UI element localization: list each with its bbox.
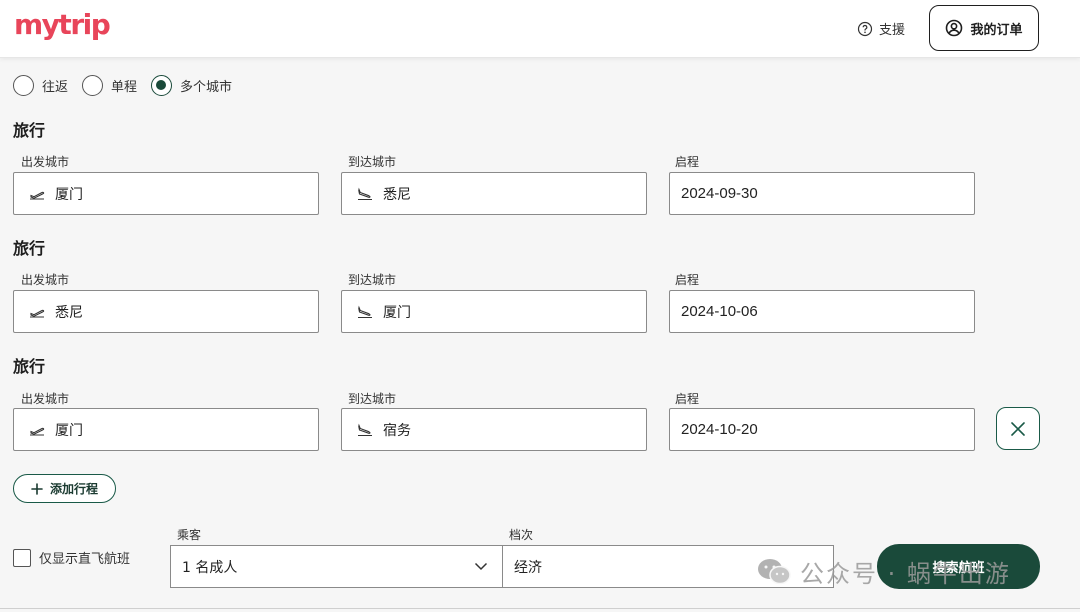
search-flights-button[interactable]: 搜索航班: [877, 544, 1040, 589]
takeoff-icon: [30, 309, 45, 318]
departure-date-input[interactable]: 2024-09-30: [669, 172, 975, 215]
departure-city-value: 厦门: [55, 186, 83, 203]
help-icon: [857, 21, 873, 36]
radio-circle[interactable]: [13, 75, 34, 96]
close-icon: [1011, 421, 1025, 436]
date-label: 启程: [675, 392, 700, 406]
arrival-city-value: 厦门: [383, 304, 411, 321]
takeoff-icon: [30, 191, 45, 200]
account-icon: [946, 19, 963, 37]
radio-label: 多个城市: [180, 80, 233, 95]
to-label: 到达城市: [348, 155, 397, 169]
arrival-city-value: 宿务: [383, 422, 411, 439]
arrival-city-value: 悉尼: [383, 186, 411, 203]
radio-circle[interactable]: [82, 75, 104, 96]
leg-3-title: 旅行: [13, 357, 46, 376]
trip-type-group: 往返 单程 多个城市: [13, 75, 246, 96]
cabin-value: 经济: [514, 559, 542, 576]
passengers-label: 乘客: [177, 528, 202, 542]
plus-icon: [31, 482, 43, 495]
departure-date-input[interactable]: 2024-10-06: [669, 290, 975, 333]
direct-only-option[interactable]: 仅显示直飞航班: [13, 548, 130, 567]
add-leg-button[interactable]: 添加行程: [13, 474, 116, 503]
divider: [0, 608, 1080, 609]
add-leg-label: 添加行程: [49, 482, 98, 496]
to-label: 到达城市: [348, 273, 397, 287]
departure-date-value: 2024-10-20: [681, 421, 758, 438]
passengers-select[interactable]: 1 名成人: [170, 545, 503, 588]
radio-label: 往返: [42, 80, 69, 95]
support-link[interactable]: 支援: [857, 19, 905, 38]
departure-date-value: 2024-09-30: [681, 185, 758, 202]
remove-leg-button[interactable]: [996, 407, 1040, 450]
date-label: 启程: [675, 155, 700, 169]
radio-one-way[interactable]: 单程: [82, 75, 137, 96]
landing-icon: [358, 423, 372, 436]
radio-label: 单程: [111, 80, 138, 95]
chevron-down-icon: [474, 562, 488, 571]
to-label: 到达城市: [348, 392, 397, 406]
my-orders-label: 我的订单: [970, 22, 1023, 38]
cabin-label: 档次: [509, 528, 534, 542]
arrival-city-input[interactable]: 悉尼: [341, 172, 647, 215]
departure-date-value: 2024-10-06: [681, 303, 758, 320]
departure-city-input[interactable]: 厦门: [13, 172, 319, 215]
departure-city-input[interactable]: 厦门: [13, 408, 319, 451]
landing-icon: [358, 305, 372, 318]
radio-circle-selected[interactable]: [151, 75, 173, 96]
leg-2-title: 旅行: [13, 239, 46, 258]
from-label: 出发城市: [21, 155, 70, 169]
mytrip-logo[interactable]: mytrip: [14, 8, 111, 41]
arrival-city-input[interactable]: 宿务: [341, 408, 647, 451]
leg-1-title: 旅行: [13, 121, 46, 140]
top-bar: mytrip 支援 我的订单: [0, 0, 1080, 58]
radio-multi-city[interactable]: 多个城市: [151, 75, 232, 96]
support-label: 支援: [879, 23, 906, 38]
direct-only-checkbox[interactable]: [13, 548, 31, 567]
from-label: 出发城市: [21, 392, 70, 406]
from-label: 出发城市: [21, 273, 70, 287]
departure-city-input[interactable]: 悉尼: [13, 290, 319, 333]
search-flights-label: 搜索航班: [932, 561, 985, 576]
cabin-select[interactable]: 经济: [502, 545, 834, 588]
date-label: 启程: [675, 273, 700, 287]
arrival-city-input[interactable]: 厦门: [341, 290, 647, 333]
direct-only-label: 仅显示直飞航班: [39, 552, 131, 567]
landing-icon: [358, 187, 372, 200]
departure-date-input[interactable]: 2024-10-20: [669, 408, 975, 451]
my-orders-button[interactable]: 我的订单: [929, 5, 1039, 51]
departure-city-value: 悉尼: [55, 304, 83, 321]
takeoff-icon: [30, 427, 45, 436]
radio-round-trip[interactable]: 往返: [13, 75, 68, 96]
departure-city-value: 厦门: [55, 422, 83, 439]
passengers-value: 1 名成人: [182, 559, 238, 576]
